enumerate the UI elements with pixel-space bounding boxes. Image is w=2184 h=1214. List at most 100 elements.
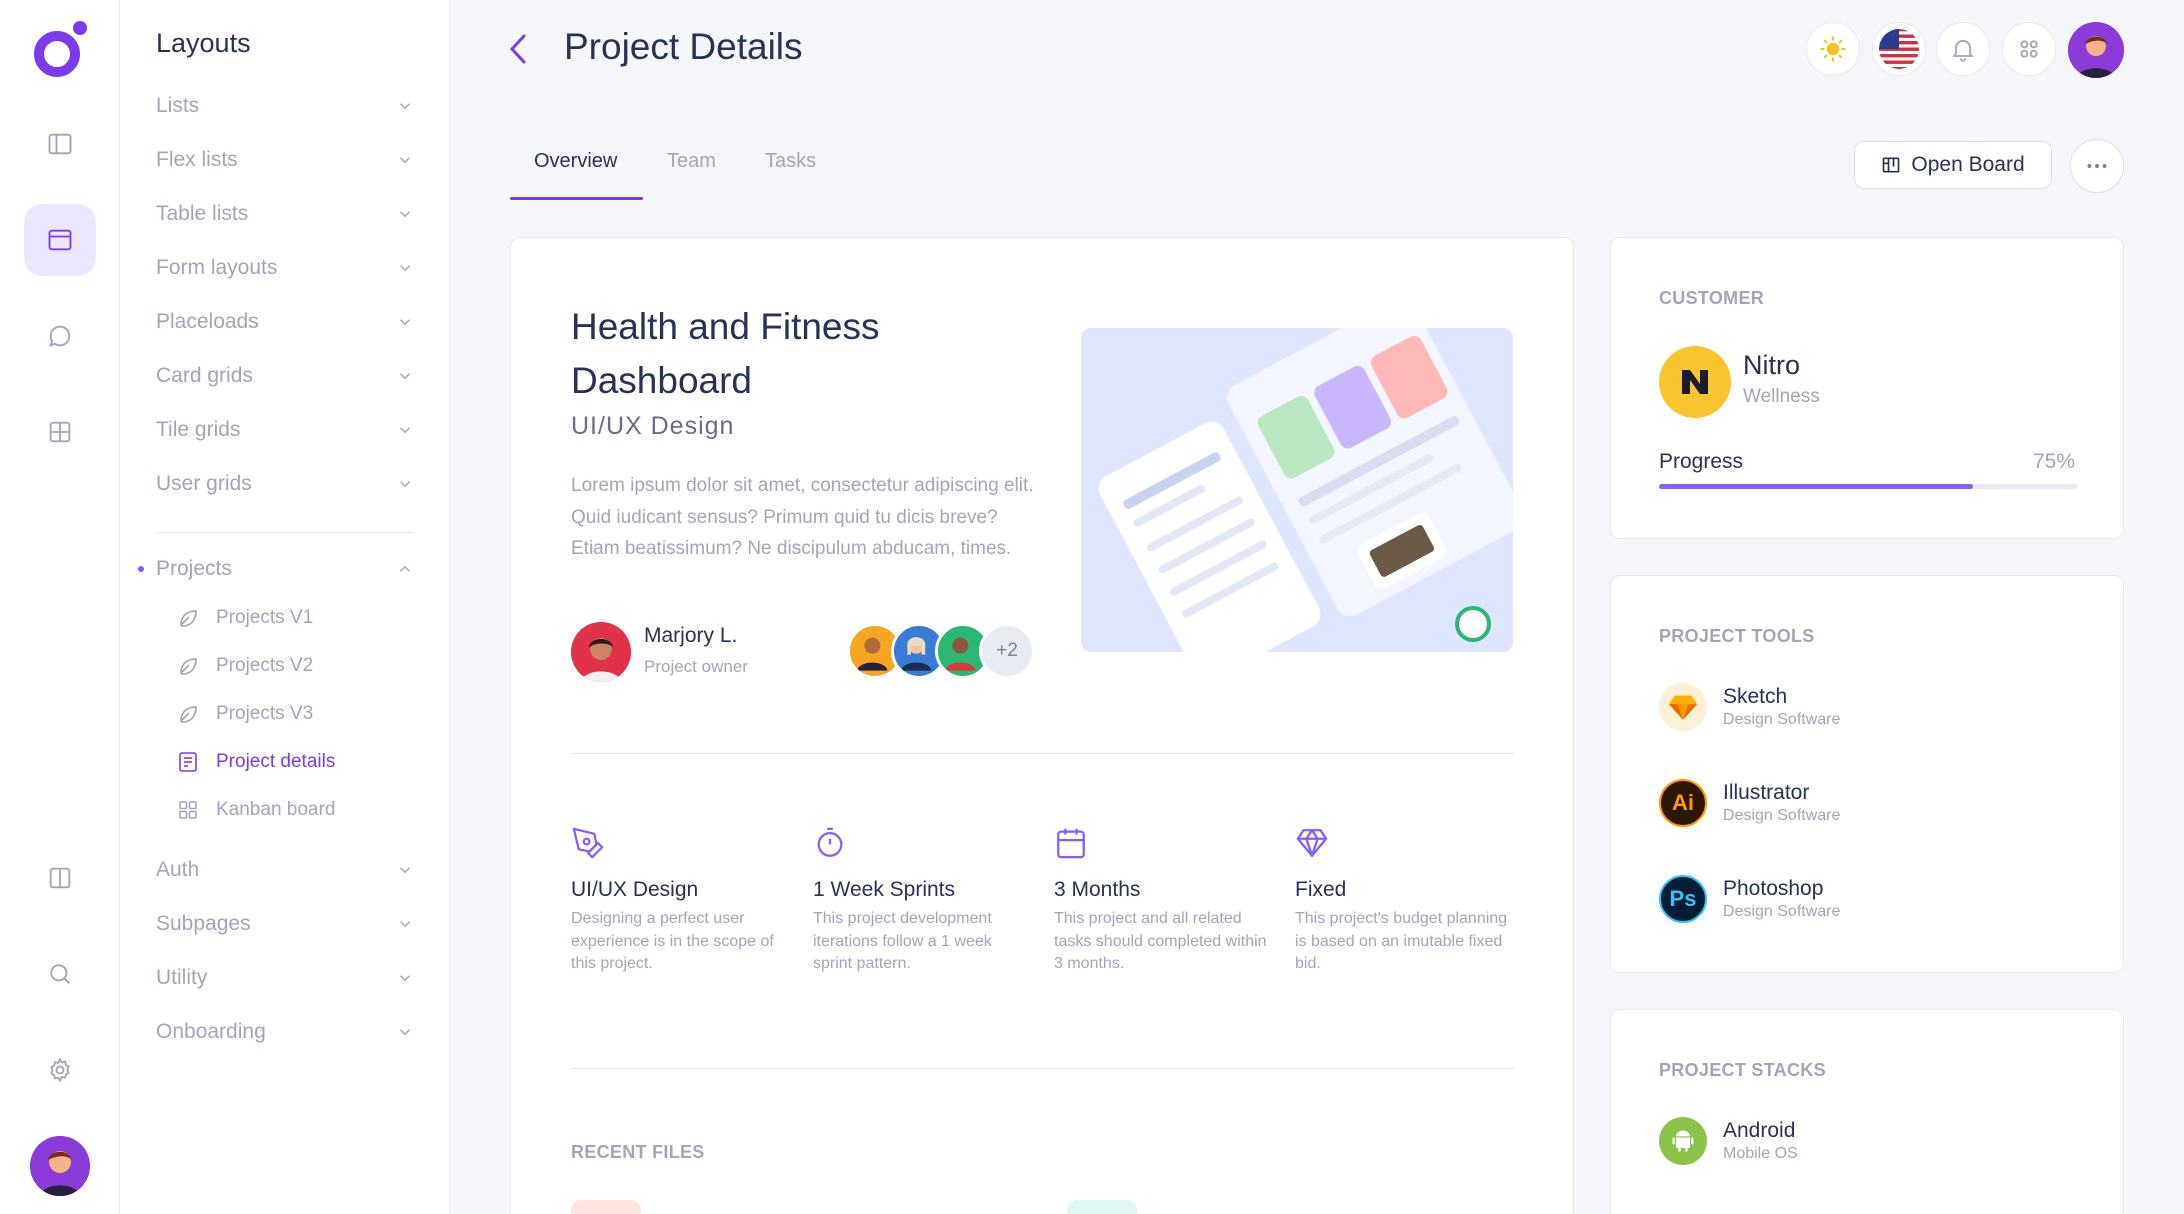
menu-item-label: Flex lists bbox=[156, 148, 238, 171]
language-flag-button[interactable] bbox=[1872, 22, 1926, 76]
active-dot bbox=[138, 566, 144, 572]
submenu-item-label: Project details bbox=[216, 751, 336, 772]
menu-item-projects[interactable]: Projects bbox=[138, 549, 414, 589]
tool-sketch[interactable]: Sketch Design Software bbox=[1659, 682, 1840, 732]
submenu-item-kanban-board[interactable]: Kanban board bbox=[176, 792, 335, 828]
chevron-down-icon bbox=[399, 373, 411, 380]
menu-item-label: Placeloads bbox=[156, 310, 259, 333]
chevron-down-icon bbox=[399, 921, 411, 928]
submenu-item-project-details[interactable]: Project details bbox=[176, 744, 335, 780]
board-icon bbox=[1883, 157, 1900, 173]
more-options-button[interactable] bbox=[2070, 139, 2124, 193]
chevron-down-icon bbox=[399, 975, 411, 982]
feature-description: Designing a perfect user experience is i… bbox=[571, 910, 774, 972]
customer-label: CUSTOMER bbox=[1659, 288, 1765, 308]
tool-name: Sketch bbox=[1723, 685, 1788, 708]
app-logo[interactable] bbox=[30, 18, 90, 80]
android-icon bbox=[1659, 1117, 1707, 1165]
team-more-count[interactable]: +2 bbox=[979, 623, 1035, 679]
notifications-button[interactable] bbox=[1936, 22, 1990, 76]
chevron-down-icon bbox=[399, 103, 411, 110]
menu-item-flex-lists[interactable]: Flex lists bbox=[156, 140, 414, 180]
user-avatar[interactable] bbox=[30, 1136, 90, 1196]
stack-android[interactable]: Android Mobile OS bbox=[1659, 1116, 1798, 1166]
chat-icon[interactable] bbox=[24, 300, 96, 372]
menu-divider bbox=[156, 532, 414, 533]
submenu-item-projects-v2[interactable]: Projects V2 bbox=[176, 648, 313, 684]
columns-icon[interactable] bbox=[24, 842, 96, 914]
feature-description: This project development iterations foll… bbox=[813, 910, 992, 972]
tool-category: Design Software bbox=[1723, 711, 1841, 728]
menu-item-onboarding[interactable]: Onboarding bbox=[156, 1012, 414, 1052]
sun-icon bbox=[1820, 36, 1846, 62]
us-flag-icon bbox=[1879, 29, 1919, 69]
menu-item-placeloads[interactable]: Placeloads bbox=[156, 302, 414, 342]
menu-item-form-layouts[interactable]: Form layouts bbox=[156, 248, 414, 288]
theme-toggle-button[interactable] bbox=[1806, 22, 1860, 76]
tab-overview[interactable]: Overview bbox=[534, 150, 617, 173]
tool-illustrator[interactable]: Ai Illustrator Design Software bbox=[1659, 778, 1840, 828]
illustrator-icon: Ai bbox=[1659, 779, 1707, 827]
sketch-icon bbox=[1659, 683, 1707, 731]
project-stacks-card: PROJECT STACKS Android Mobile OS bbox=[1610, 1009, 2124, 1214]
search-icon[interactable] bbox=[24, 938, 96, 1010]
pen-tool-icon bbox=[572, 827, 604, 859]
sidebar-layout-icon[interactable] bbox=[24, 108, 96, 180]
tab-tasks[interactable]: Tasks bbox=[765, 150, 816, 173]
apps-grid-icon bbox=[2020, 40, 2038, 58]
page-title: Project Details bbox=[564, 26, 803, 67]
tool-category: Design Software bbox=[1723, 807, 1841, 824]
settings-gear-icon[interactable] bbox=[24, 1034, 96, 1106]
submenu-item-projects-v3[interactable]: Projects V3 bbox=[176, 696, 313, 732]
customer-card: CUSTOMER Nitro Wellness Progress 75% bbox=[1610, 237, 2124, 539]
profile-avatar[interactable] bbox=[2068, 22, 2124, 78]
feature-3-months: 3 Months This project and all related ta… bbox=[1054, 826, 1274, 976]
section-divider bbox=[571, 753, 1515, 754]
feature-1-week-sprints: 1 Week Sprints This project development … bbox=[813, 826, 1033, 976]
back-chevron-icon[interactable] bbox=[504, 30, 532, 68]
grid-icon[interactable] bbox=[24, 396, 96, 468]
chevron-up-icon bbox=[399, 565, 411, 572]
submenu-item-projects-v1[interactable]: Projects V1 bbox=[176, 600, 313, 636]
file-thumbnail[interactable] bbox=[1067, 1200, 1137, 1214]
menu-item-label: Card grids bbox=[156, 364, 253, 387]
project-tools-card: PROJECT TOOLS Sketch Design Software Ai … bbox=[1610, 575, 2124, 973]
menu-item-subpages[interactable]: Subpages bbox=[156, 904, 414, 944]
customer-name: Nitro bbox=[1743, 350, 1801, 380]
menu-item-label: Tile grids bbox=[156, 418, 241, 441]
menu-item-auth[interactable]: Auth bbox=[156, 850, 414, 890]
customer-industry: Wellness bbox=[1743, 386, 1820, 407]
feature-description: This project's budget planning is based … bbox=[1295, 910, 1508, 972]
owner-avatar bbox=[571, 622, 631, 682]
feature-description: This project and all related tasks shoul… bbox=[1054, 910, 1267, 972]
menu-item-lists[interactable]: Lists bbox=[156, 86, 414, 126]
menu-item-label: Form layouts bbox=[156, 256, 278, 279]
menu-item-user-grids[interactable]: User grids bbox=[156, 464, 414, 504]
project-overview-card: Health and Fitness Dashboard UI/UX Desig… bbox=[510, 237, 1574, 1214]
recent-files-title: RECENT FILES bbox=[571, 1142, 705, 1162]
apps-button[interactable] bbox=[2002, 22, 2056, 76]
photoshop-icon: Ps bbox=[1659, 875, 1707, 923]
layouts-menu-panel: Layouts Lists Flex lists Table lists For… bbox=[120, 0, 450, 1214]
tool-photoshop[interactable]: Ps Photoshop Design Software bbox=[1659, 874, 1840, 924]
menu-item-table-lists[interactable]: Table lists bbox=[156, 194, 414, 234]
chevron-down-icon bbox=[399, 319, 411, 326]
file-thumbnail[interactable] bbox=[571, 1200, 641, 1214]
layouts-icon[interactable] bbox=[24, 204, 96, 276]
menu-item-utility[interactable]: Utility bbox=[156, 958, 414, 998]
menu-item-tile-grids[interactable]: Tile grids bbox=[156, 410, 414, 450]
section-divider bbox=[571, 1068, 1515, 1069]
document-icon bbox=[179, 752, 197, 772]
feature-title: Fixed bbox=[1295, 878, 1347, 901]
menu-item-card-grids[interactable]: Card grids bbox=[156, 356, 414, 396]
open-board-button[interactable]: Open Board bbox=[1854, 141, 2052, 189]
feature-title: UI/UX Design bbox=[571, 878, 699, 901]
diamond-icon bbox=[1296, 829, 1328, 857]
feature-title: 1 Week Sprints bbox=[813, 878, 956, 901]
project-title: Health and Fitness Dashboard bbox=[571, 306, 880, 401]
tool-category: Design Software bbox=[1723, 903, 1841, 920]
project-stacks-label: PROJECT STACKS bbox=[1659, 1060, 1826, 1080]
customer-logo bbox=[1659, 346, 1731, 418]
tab-team[interactable]: Team bbox=[667, 150, 716, 173]
chevron-down-icon bbox=[399, 211, 411, 218]
